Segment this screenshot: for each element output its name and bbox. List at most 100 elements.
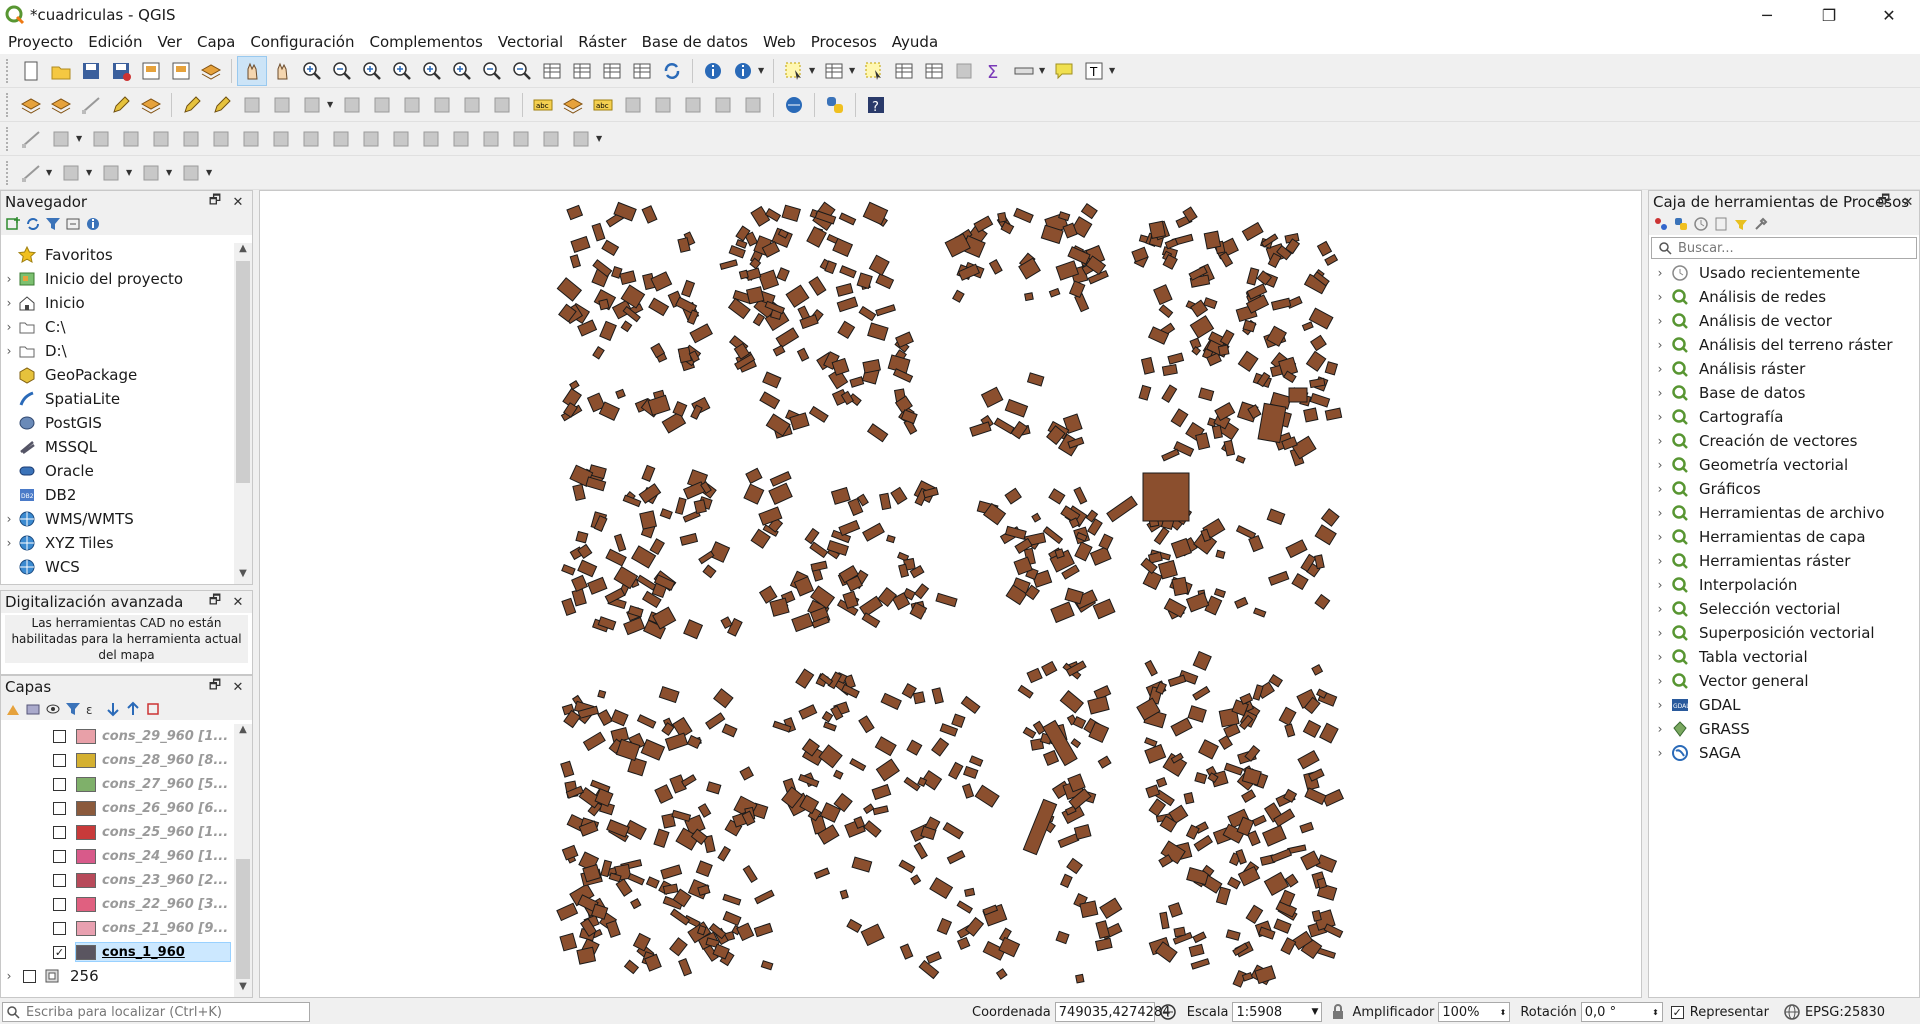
chevron-down-icon[interactable]: ▼ — [76, 134, 86, 143]
new-project-icon[interactable] — [16, 56, 46, 86]
crs-value[interactable]: EPSG:25830 — [1805, 1005, 1885, 1020]
action-icon[interactable] — [728, 56, 758, 86]
processing-group[interactable]: › Usado recientemente — [1649, 261, 1919, 285]
vertex-tool-icon[interactable] — [297, 90, 327, 120]
select-features-icon[interactable] — [779, 56, 809, 86]
layer-diagram-icon[interactable] — [558, 90, 588, 120]
expand-arrow-icon[interactable]: › — [1649, 554, 1671, 568]
group-visibility-checkbox[interactable] — [23, 969, 36, 983]
expand-arrow-icon[interactable]: › — [1649, 578, 1671, 592]
navigator-item[interactable]: › C:\ — [1, 315, 234, 339]
move-feature-icon[interactable] — [86, 124, 116, 154]
pan-map-icon[interactable] — [237, 55, 267, 86]
scroll-up-icon[interactable]: ▲ — [234, 724, 252, 740]
processing-toolbox-icon[interactable] — [949, 56, 979, 86]
identify-icon[interactable] — [698, 56, 728, 86]
expand-arrow-icon[interactable]: › — [1649, 626, 1671, 640]
attribute-table-icon[interactable] — [889, 56, 919, 86]
processing-group[interactable]: › Superposición vectorial — [1649, 621, 1919, 645]
copy-icon[interactable] — [397, 90, 427, 120]
chevron-down-icon[interactable]: ▼ — [46, 168, 56, 177]
enable-advanced-digitizing-icon[interactable] — [16, 124, 46, 154]
toolbar-grip[interactable] — [6, 160, 10, 185]
toggle-extents-icon[interactable] — [1159, 1003, 1177, 1021]
delete-part-icon[interactable] — [296, 124, 326, 154]
chevron-down-icon[interactable]: ▼ — [86, 168, 96, 177]
rotate-feature-icon[interactable] — [116, 124, 146, 154]
expand-arrow-icon[interactable]: › — [1, 272, 17, 286]
coordinate-field[interactable]: 749035,4274284 — [1054, 1002, 1170, 1022]
menu-complementos[interactable]: Complementos — [365, 33, 486, 51]
expand-arrow-icon[interactable]: › — [1649, 746, 1671, 760]
help-icon[interactable]: ? — [861, 90, 891, 120]
layer-item[interactable]: cons_28_960 [8... — [1, 748, 234, 772]
layer-visibility-checkbox[interactable] — [53, 897, 66, 911]
new-geopackage-icon[interactable] — [46, 90, 76, 120]
rotate-label-icon[interactable] — [708, 90, 738, 120]
label-tool-icon[interactable]: abc — [528, 90, 558, 120]
current-edits-icon[interactable] — [177, 90, 207, 120]
expand-arrow-icon[interactable]: › — [1649, 362, 1671, 376]
move-label-icon[interactable] — [678, 90, 708, 120]
toggle-editing-icon[interactable] — [207, 90, 237, 120]
properties-icon[interactable] — [85, 216, 101, 232]
style-manager-icon[interactable] — [196, 56, 226, 86]
layer-visibility-checkbox[interactable]: ✓ — [53, 945, 66, 959]
render-checkbox[interactable]: ✓ — [1670, 1005, 1684, 1019]
layer-visibility-checkbox[interactable] — [53, 873, 66, 887]
menu-vectorial[interactable]: Vectorial — [494, 33, 567, 51]
offset-curve-icon[interactable] — [356, 124, 386, 154]
layer-visibility-checkbox[interactable] — [53, 753, 66, 767]
expand-arrow-icon[interactable]: › — [1, 320, 17, 334]
restore-button[interactable]: ❐ — [1806, 0, 1852, 30]
new-temp-layer-icon[interactable] — [136, 90, 166, 120]
trim-extend-icon[interactable] — [566, 124, 596, 154]
collapse-all-icon[interactable] — [65, 216, 81, 232]
layout-manager-icon[interactable] — [166, 56, 196, 86]
save-project-icon[interactable] — [76, 56, 106, 86]
undock-icon[interactable]: 🗗 — [1875, 193, 1893, 211]
chevron-down-icon[interactable]: ▼ — [166, 168, 176, 177]
processing-group[interactable]: › Herramientas ráster — [1649, 549, 1919, 573]
map-canvas[interactable] — [259, 190, 1642, 998]
layer-visibility-checkbox[interactable] — [53, 801, 66, 815]
processing-group[interactable]: › Interpolación — [1649, 573, 1919, 597]
python-scripts-icon[interactable] — [1673, 216, 1689, 232]
map-tips-icon[interactable] — [1049, 56, 1079, 86]
navigator-scrollbar[interactable]: ▲ ▼ — [234, 243, 252, 584]
ellipse-icon[interactable] — [96, 158, 126, 188]
expand-arrow-icon[interactable]: › — [1, 512, 17, 526]
deselect-icon[interactable] — [859, 56, 889, 86]
expand-arrow-icon[interactable]: › — [1, 536, 17, 550]
layer-item[interactable]: ✓ cons_1_960 — [1, 940, 234, 964]
merge-features-icon[interactable] — [476, 124, 506, 154]
close-panel-icon[interactable]: ✕ — [229, 678, 247, 696]
refresh-icon[interactable] — [657, 56, 687, 86]
add-part-icon[interactable] — [206, 124, 236, 154]
zoom-selection-icon[interactable] — [417, 56, 447, 86]
close-panel-icon[interactable]: ✕ — [1899, 193, 1917, 211]
fill-ring-icon[interactable] — [236, 124, 266, 154]
field-calculator-icon[interactable] — [919, 56, 949, 86]
layer-item[interactable]: cons_22_960 [3... — [1, 892, 234, 916]
remove-layer-icon[interactable] — [145, 701, 161, 717]
processing-group[interactable]: › Análisis del terreno ráster — [1649, 333, 1919, 357]
layer-item[interactable]: cons_27_960 [5... — [1, 772, 234, 796]
menu-procesos[interactable]: Procesos — [807, 33, 881, 51]
split-parts-icon[interactable] — [446, 124, 476, 154]
zoom-last-icon[interactable] — [477, 56, 507, 86]
expand-arrow-icon[interactable]: › — [1649, 722, 1671, 736]
change-label-icon[interactable] — [738, 90, 768, 120]
shape-digitize-icon[interactable] — [16, 158, 46, 188]
navigator-item[interactable]: SpatiaLite — [1, 387, 234, 411]
results-icon[interactable] — [1713, 216, 1729, 232]
python-console-icon[interactable] — [820, 90, 850, 120]
save-edits-icon[interactable] — [237, 90, 267, 120]
pan-to-selection-icon[interactable] — [267, 56, 297, 86]
navigator-item[interactable]: › D:\ — [1, 339, 234, 363]
temporal-icon[interactable] — [567, 56, 597, 86]
navigator-item[interactable]: › Inicio del proyecto — [1, 267, 234, 291]
expand-arrow-icon[interactable]: › — [1649, 530, 1671, 544]
magnifier-spinbox[interactable]: 100% ⬍ — [1438, 1002, 1511, 1022]
scrollbar-thumb[interactable] — [236, 859, 250, 979]
